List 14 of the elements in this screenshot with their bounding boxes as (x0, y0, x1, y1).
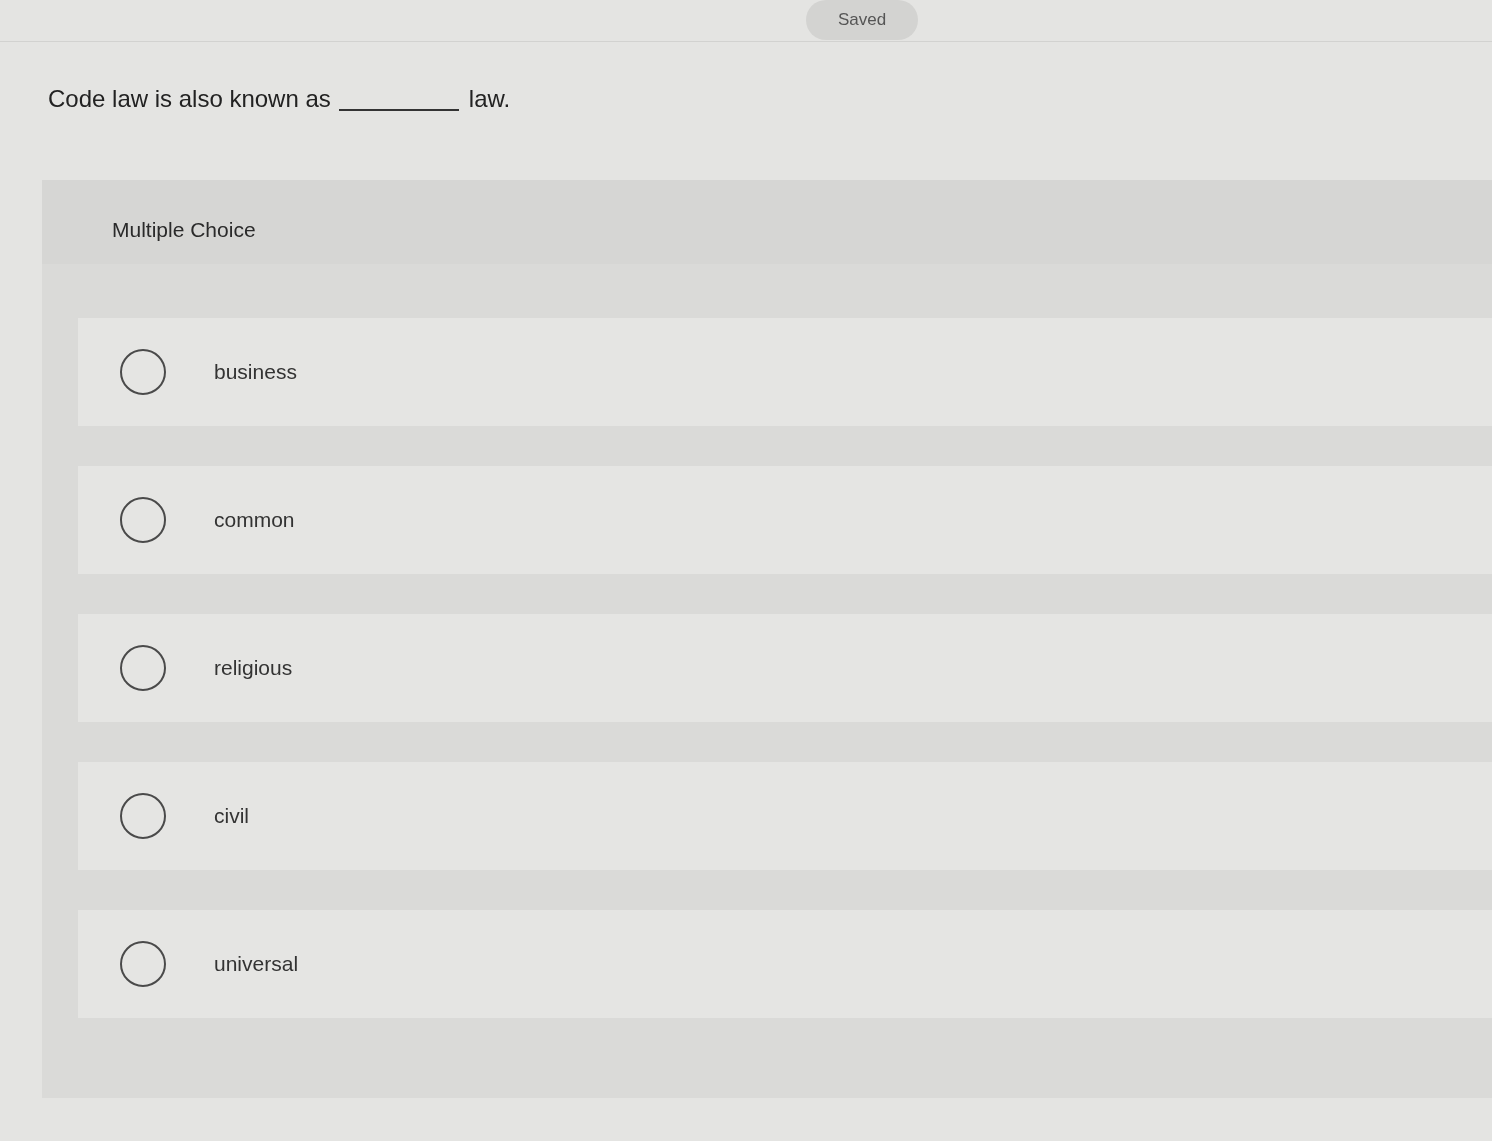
answer-option[interactable]: business (78, 318, 1492, 426)
radio-button-icon[interactable] (120, 645, 166, 691)
question-text: Code law is also known as (48, 84, 331, 114)
answer-option[interactable]: religious (78, 614, 1492, 722)
saved-status-badge: Saved (806, 0, 918, 40)
radio-button-icon[interactable] (120, 497, 166, 543)
radio-button-icon[interactable] (120, 793, 166, 839)
question-type-label: Multiple Choice (112, 218, 256, 241)
answer-option[interactable]: civil (78, 762, 1492, 870)
answer-option[interactable]: common (78, 466, 1492, 574)
radio-button-icon[interactable] (120, 941, 166, 987)
radio-button-icon[interactable] (120, 349, 166, 395)
question-text: law. (468, 84, 511, 114)
answer-option[interactable]: universal (78, 910, 1492, 1018)
